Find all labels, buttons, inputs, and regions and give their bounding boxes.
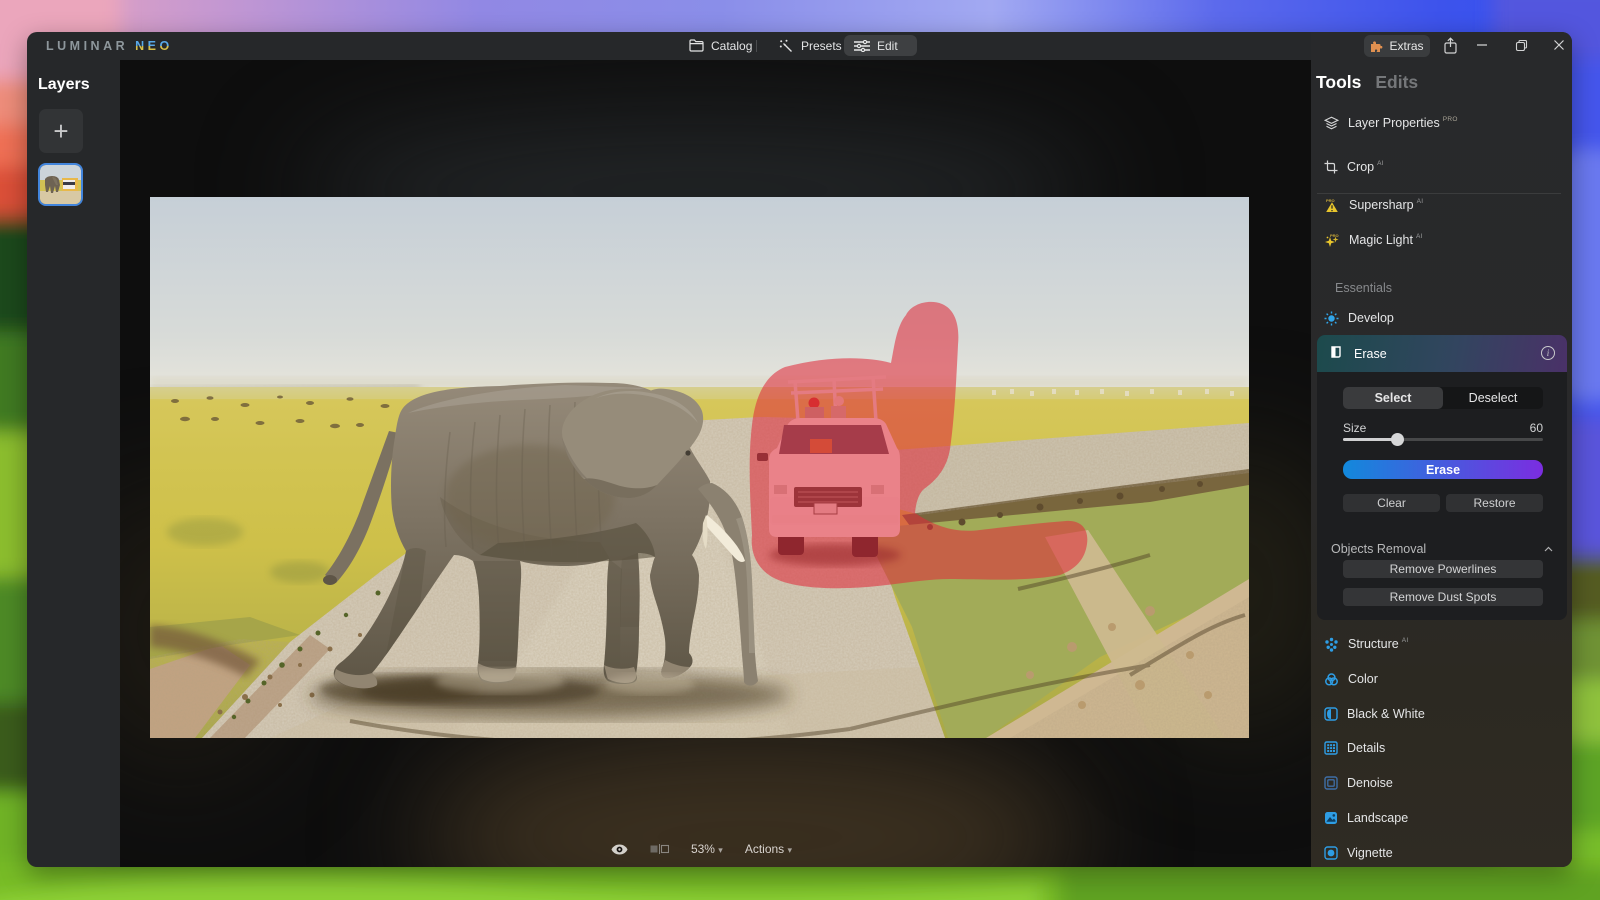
svg-text:PRO: PRO [1326, 198, 1335, 203]
svg-text:PRO: PRO [1330, 233, 1339, 238]
